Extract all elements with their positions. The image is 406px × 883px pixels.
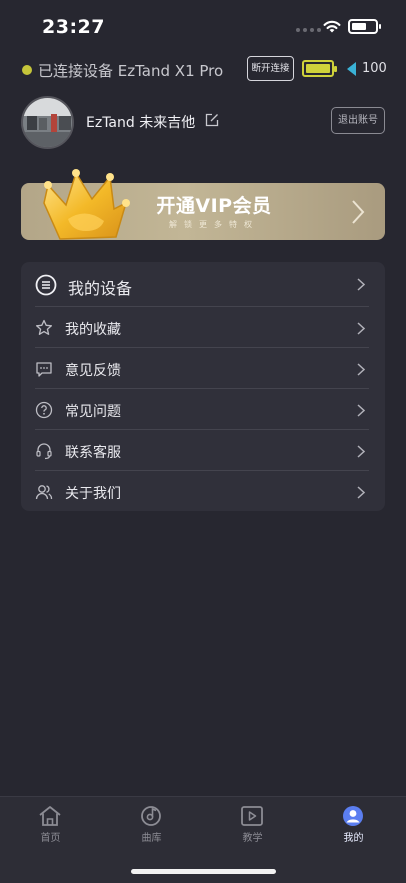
users-icon — [35, 485, 53, 500]
avatar[interactable] — [21, 96, 74, 149]
menu-item-faq[interactable]: 常见问题 — [35, 389, 369, 430]
menu-item-label: 关于我们 — [65, 486, 121, 502]
username: EzTand 未来吉他 — [86, 115, 196, 131]
connection-status-dot — [22, 65, 32, 75]
menu-item-about-us[interactable]: 关于我们 — [35, 471, 369, 511]
menu-item-label: 我的收藏 — [65, 322, 121, 338]
phone-battery-icon — [348, 19, 381, 34]
chevron-right-icon — [357, 404, 365, 417]
library-icon — [141, 806, 161, 826]
cellular-signal-icon — [296, 28, 321, 32]
tab-teaching[interactable]: 教学 — [202, 797, 303, 853]
menu-item-label: 常见问题 — [65, 404, 121, 420]
crown-icon — [43, 169, 130, 240]
menu-item-customer-service[interactable]: 联系客服 — [35, 430, 369, 471]
headset-icon — [36, 443, 52, 460]
chevron-right-icon — [357, 278, 365, 291]
chevron-right-icon — [357, 486, 365, 499]
device-icon — [35, 274, 57, 296]
volume-icon — [347, 62, 356, 76]
menu-card: 我的设备 我的收藏 意见反馈 常见问题 联系客服 关于我们 — [21, 262, 385, 511]
volume-value: 100 — [362, 61, 387, 76]
logout-button[interactable]: 退出账号 — [331, 107, 385, 134]
wifi-icon — [323, 20, 341, 33]
tab-label: 首页 — [40, 833, 61, 844]
menu-item-my-devices[interactable]: 我的设备 — [35, 262, 369, 307]
chevron-right-icon — [352, 200, 365, 224]
tab-label: 我的 — [343, 833, 364, 844]
disconnect-button[interactable]: 断开连接 — [247, 56, 294, 81]
tab-label: 教学 — [242, 833, 263, 844]
chevron-right-icon — [357, 445, 365, 458]
tab-library[interactable]: 曲库 — [101, 797, 202, 853]
avatar-photo — [23, 98, 72, 147]
menu-item-label: 联系客服 — [65, 445, 121, 461]
home-indicator — [131, 869, 276, 874]
star-icon — [35, 319, 53, 335]
edit-icon[interactable] — [205, 113, 219, 127]
tab-label: 曲库 — [141, 833, 162, 844]
menu-item-label: 我的设备 — [68, 279, 133, 298]
question-icon — [35, 401, 53, 419]
menu-item-label: 意见反馈 — [65, 363, 121, 379]
feedback-icon — [36, 362, 52, 377]
status-bar: 23:27 — [0, 0, 406, 50]
chevron-right-icon — [357, 363, 365, 376]
tab-home[interactable]: 首页 — [0, 797, 101, 853]
device-battery-icon — [302, 60, 337, 77]
profile-icon — [343, 806, 363, 826]
menu-item-favorites[interactable]: 我的收藏 — [35, 307, 369, 348]
device-connection-bar: 已连接设备 EzTand X1 Pro 断开连接 100 — [22, 56, 392, 84]
home-icon — [39, 806, 61, 826]
play-icon — [241, 806, 263, 826]
connection-status-text: 已连接设备 EzTand X1 Pro — [38, 62, 224, 80]
status-time: 23:27 — [42, 16, 105, 38]
chevron-right-icon — [357, 322, 365, 335]
tab-profile[interactable]: 我的 — [303, 797, 404, 853]
menu-item-feedback[interactable]: 意见反馈 — [35, 348, 369, 389]
